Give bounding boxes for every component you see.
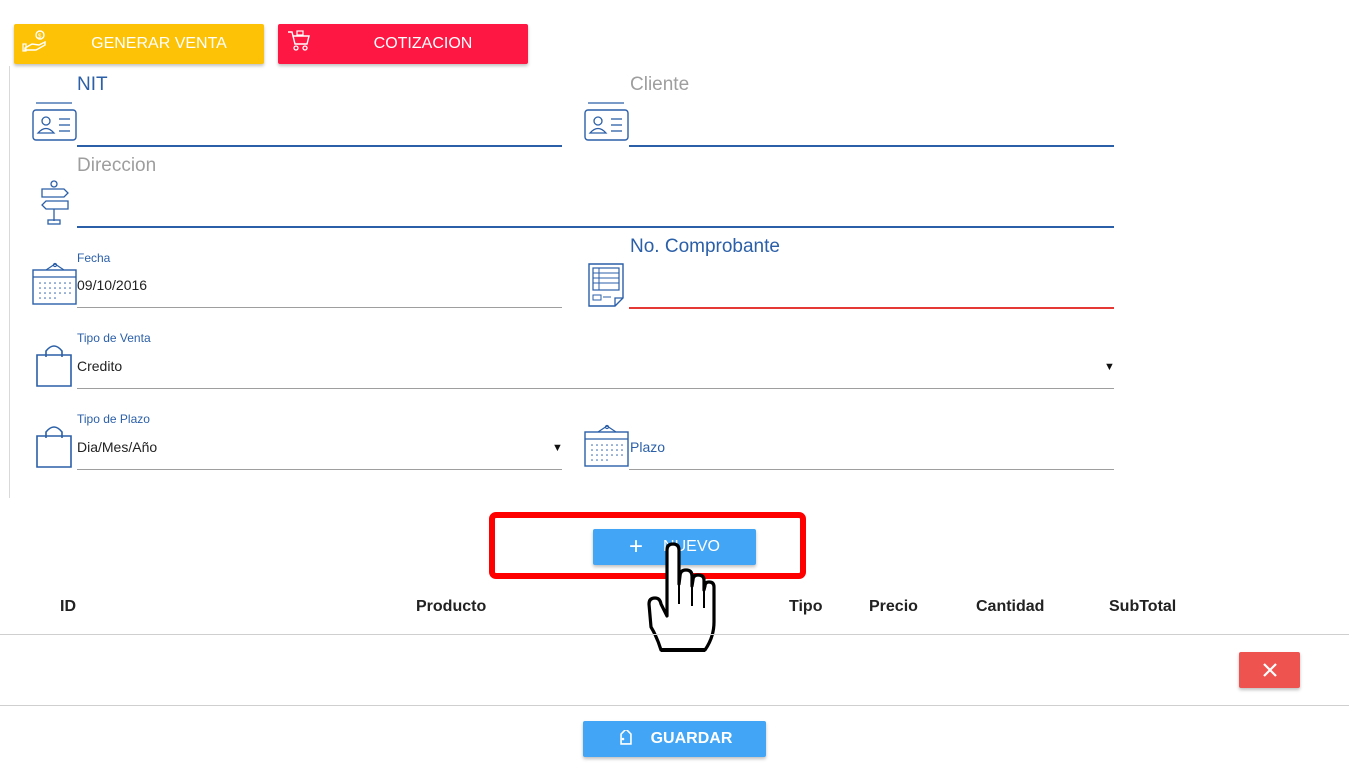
tipo-venta-underline xyxy=(77,388,1114,389)
tipo-plazo-underline xyxy=(77,469,562,470)
column-header-subtotal: SubTotal xyxy=(1109,598,1177,615)
comprobante-label: No. Comprobante xyxy=(630,236,780,257)
cliente-underline xyxy=(629,145,1114,147)
column-header-precio: Precio xyxy=(869,598,918,615)
cotizacion-label: COTIZACION xyxy=(373,35,473,52)
fecha-input[interactable]: 09/10/2016 xyxy=(77,277,147,293)
nit-label: NIT xyxy=(77,74,108,95)
shopping-bag-icon xyxy=(36,426,72,468)
calendar-icon xyxy=(32,262,77,305)
comprobante-input[interactable] xyxy=(630,276,1114,304)
shopping-bag-icon xyxy=(36,345,72,387)
tipo-plazo-dropdown-icon[interactable]: ▼ xyxy=(552,442,563,454)
tag-icon xyxy=(619,730,632,745)
cliente-input[interactable] xyxy=(630,114,1114,142)
table-bottom-divider xyxy=(0,705,1349,706)
table-header-divider xyxy=(0,634,1349,635)
guardar-button[interactable]: GUARDAR xyxy=(583,721,766,757)
tipo-plazo-select[interactable]: Dia/Mes/Año xyxy=(77,439,157,455)
direccion-input[interactable] xyxy=(77,195,1114,223)
plazo-underline xyxy=(629,469,1114,470)
column-header-id: ID xyxy=(60,598,76,615)
delete-row-button[interactable] xyxy=(1239,652,1300,688)
cotizacion-button[interactable]: COTIZACION xyxy=(278,24,528,64)
left-divider xyxy=(9,66,10,498)
direccion-label: Direccion xyxy=(77,155,157,176)
comprobante-underline xyxy=(629,307,1114,309)
shopping-cart-icon xyxy=(288,30,310,51)
signpost-icon xyxy=(41,180,69,225)
nit-underline xyxy=(77,145,562,147)
tipo-venta-select[interactable]: Credito xyxy=(77,358,122,374)
tipo-venta-dropdown-icon[interactable]: ▼ xyxy=(1104,361,1115,373)
guardar-label: GUARDAR xyxy=(650,730,733,747)
generar-venta-label: GENERAR VENTA xyxy=(91,35,227,52)
hand-pointer-icon xyxy=(647,542,716,652)
id-card-icon xyxy=(584,102,629,141)
receipt-icon xyxy=(588,263,624,307)
nit-input[interactable] xyxy=(77,114,562,142)
tipo-venta-label: Tipo de Venta xyxy=(77,331,151,345)
column-header-producto: Producto xyxy=(416,598,487,615)
tipo-plazo-label: Tipo de Plazo xyxy=(77,412,150,426)
column-header-tipo: Tipo xyxy=(789,598,823,615)
close-icon xyxy=(1262,663,1277,677)
plazo-input[interactable]: Plazo xyxy=(630,439,665,455)
hand-money-icon: $ xyxy=(22,30,46,52)
direccion-underline xyxy=(77,226,1114,228)
id-card-icon xyxy=(32,102,77,141)
fecha-label: Fecha xyxy=(77,251,111,265)
generar-venta-button[interactable]: $ GENERAR VENTA xyxy=(14,24,264,64)
column-header-cantidad: Cantidad xyxy=(976,598,1045,615)
cliente-label: Cliente xyxy=(630,74,690,95)
fecha-underline xyxy=(77,307,562,308)
calendar-icon xyxy=(584,424,629,467)
